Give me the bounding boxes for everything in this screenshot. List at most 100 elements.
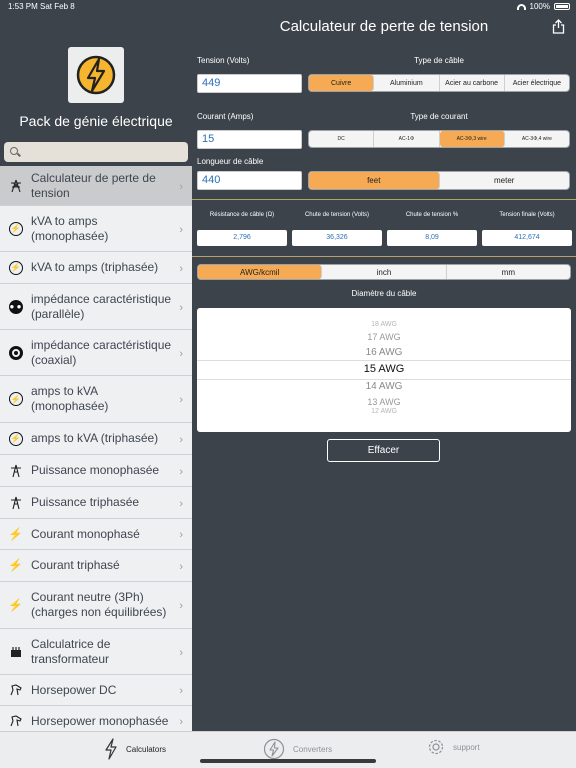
sidebar-item-amps-kva-tri[interactable]: ⚡ amps to kVA (triphasée) › xyxy=(0,423,192,455)
sidebar-item-impedance-coaxial[interactable]: impédance caractéristique (coaxial) › xyxy=(0,330,192,376)
sidebar-item-neutral-current[interactable]: ⚡ Courant neutre (3Ph) (charges non équi… xyxy=(0,582,192,629)
bolt-circle-icon: ⚡ xyxy=(8,431,23,446)
picker-option[interactable]: 17 AWG xyxy=(197,332,571,342)
chevron-right-icon: › xyxy=(179,646,183,659)
search-bar xyxy=(0,138,192,166)
tab-converters[interactable]: Converters xyxy=(263,738,332,760)
length-input[interactable]: 440 xyxy=(197,171,302,190)
diameter-unit-inch[interactable]: inch xyxy=(322,265,447,279)
sidebar-title: Pack de génie électrique xyxy=(19,113,173,129)
tab-support[interactable]: support xyxy=(427,738,480,756)
status-time: 1:53 PM xyxy=(8,2,38,11)
diameter-unit-mm[interactable]: mm xyxy=(447,265,570,279)
search-field[interactable] xyxy=(4,142,188,162)
picker-option[interactable]: 14 AWG xyxy=(197,381,571,392)
transmission-tower-icon xyxy=(8,178,23,193)
calculator-list: Calculateur de perte de tension › ⚡ kVA … xyxy=(0,166,192,731)
diameter-unit-awg[interactable]: AWG/kcmil xyxy=(198,265,323,279)
picker-selected-option[interactable]: 15 AWG xyxy=(197,363,571,375)
chevron-right-icon: › xyxy=(179,560,183,573)
picker-option[interactable]: 16 AWG xyxy=(197,347,571,358)
cable-type-copper[interactable]: Cuivre xyxy=(309,75,375,91)
length-label: Longueur de câble xyxy=(197,157,264,166)
status-bar: 1:53 PM Sat Feb 8 100% xyxy=(0,0,576,13)
sidebar-item-horsepower-dc[interactable]: Horsepower DC › xyxy=(0,675,192,706)
sidebar-item-horsepower-mono[interactable]: Horsepower monophasée › xyxy=(0,706,192,731)
current-input[interactable]: 15 xyxy=(197,130,302,149)
sidebar-item-label: Puissance monophasée xyxy=(31,463,160,477)
bolt-circle-icon: ⚡ xyxy=(8,260,23,275)
result-resistance: 2,796 xyxy=(197,230,287,246)
sidebar-item-power-tri[interactable]: Puissance triphasée › xyxy=(0,487,192,519)
divider xyxy=(192,199,576,200)
pylon-icon xyxy=(8,463,23,478)
current-type-ac-3-3wire[interactable]: AC-3Φ,3 wire xyxy=(439,131,505,147)
search-icon xyxy=(10,147,18,155)
cable-type-carbon-steel[interactable]: Acier au carbone xyxy=(440,75,505,91)
picker-option[interactable]: 13 AWG xyxy=(197,397,571,407)
page-title: Calculateur de perte de tension xyxy=(279,18,489,35)
sidebar-item-current-mono[interactable]: ⚡ Courant monophasé › xyxy=(0,519,192,550)
result-label: Chute de tension (Volts) xyxy=(304,212,370,218)
chevron-right-icon: › xyxy=(179,465,183,478)
chevron-right-icon: › xyxy=(179,394,183,406)
sidebar-item-amps-kva-mono[interactable]: ⚡ amps to kVA (monophasée) › xyxy=(0,376,192,423)
bolt-icon: ⚡ xyxy=(8,558,23,572)
cable-type-segmented: Cuivre Aluminium Acier au carbone Acier … xyxy=(308,74,570,92)
sidebar: Pack de génie électrique Calculateur de … xyxy=(0,43,192,731)
chevron-right-icon: › xyxy=(179,529,183,541)
chevron-right-icon: › xyxy=(179,223,183,236)
current-type-dc[interactable]: DC xyxy=(309,131,375,147)
result-label: Tension finale (Volts) xyxy=(499,212,555,218)
bolt-logo-icon xyxy=(76,55,116,95)
current-label: Courant (Amps) xyxy=(197,112,254,121)
search-input[interactable] xyxy=(22,144,182,160)
bolt-icon: ⚡ xyxy=(8,526,23,541)
sidebar-item-label: Calculatrice de transformateur xyxy=(31,636,111,666)
chevron-right-icon: › xyxy=(179,685,183,697)
sidebar-item-voltage-drop[interactable]: Calculateur de perte de tension › xyxy=(0,166,192,206)
horse-icon xyxy=(8,683,23,698)
current-type-label: Type de courant xyxy=(410,112,468,121)
voltage-label: Tension (Volts) xyxy=(197,56,250,65)
picker-option[interactable]: 18 AWG xyxy=(197,321,571,328)
length-unit-meter[interactable]: meter xyxy=(440,172,570,189)
current-type-ac-3-4wire[interactable]: AC-3Φ,4 wire xyxy=(505,131,569,147)
sidebar-item-kva-amps-mono[interactable]: ⚡ kVA to amps (monophasée) › xyxy=(0,206,192,252)
bolt-icon: ⚡ xyxy=(8,597,23,612)
wire-gauge-picker[interactable]: 18 AWG 17 AWG 16 AWG 15 AWG 14 AWG 13 AW… xyxy=(197,308,571,432)
horse-icon xyxy=(8,714,23,729)
chevron-right-icon: › xyxy=(179,716,183,728)
clear-button[interactable]: Effacer xyxy=(327,439,440,462)
result-final-voltage: 412,674 xyxy=(482,230,572,246)
sidebar-item-label: Puissance triphasée xyxy=(31,495,140,509)
chevron-right-icon: › xyxy=(179,433,183,446)
sidebar-item-current-tri[interactable]: ⚡ Courant triphasé › xyxy=(0,550,192,582)
length-unit-feet[interactable]: feet xyxy=(309,172,440,189)
picker-option[interactable]: 12 AWG xyxy=(197,408,571,415)
chevron-right-icon: › xyxy=(179,497,183,510)
battery-icon xyxy=(554,3,570,10)
current-type-ac-1[interactable]: AC-1Φ xyxy=(374,131,440,147)
sidebar-item-impedance-parallel[interactable]: ● ● impédance caractéristique (parallèle… xyxy=(0,284,192,330)
gear-icon xyxy=(428,739,444,755)
share-icon[interactable] xyxy=(552,19,565,34)
transformer-icon xyxy=(8,644,23,659)
current-type-segmented: DC AC-1Φ AC-3Φ,3 wire AC-3Φ,4 wire xyxy=(308,130,570,148)
sidebar-item-kva-amps-tri[interactable]: ⚡ kVA to amps (triphasée) › xyxy=(0,252,192,284)
tab-calculators[interactable]: Calculators xyxy=(104,738,166,760)
home-indicator[interactable] xyxy=(200,759,376,763)
sidebar-item-power-mono[interactable]: Puissance monophasée › xyxy=(0,455,192,487)
bolt-icon xyxy=(105,738,117,760)
voltage-input[interactable]: 449 xyxy=(197,74,302,93)
sidebar-item-label: impédance caractéristique (coaxial) xyxy=(31,337,172,367)
cable-type-aluminium[interactable]: Aluminium xyxy=(374,75,440,91)
chevron-right-icon: › xyxy=(179,347,183,360)
result-label: Résistance de câble (Ω) xyxy=(209,212,275,218)
chevron-right-icon: › xyxy=(179,301,183,314)
sidebar-item-label: Calculateur de perte de tension xyxy=(31,170,156,200)
cable-type-electrical-steel[interactable]: Acier électrique xyxy=(505,75,569,91)
sidebar-item-label: impédance caractéristique (parallèle) xyxy=(31,291,172,321)
sidebar-item-transformer[interactable]: Calculatrice de transformateur › xyxy=(0,629,192,675)
parallel-cable-icon: ● ● xyxy=(8,299,23,314)
